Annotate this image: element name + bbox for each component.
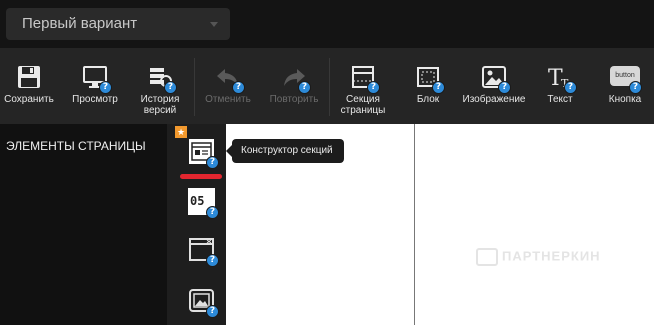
gallery-element-button[interactable]: ? <box>188 287 219 318</box>
elements-panel-title: ЭЛЕМЕНТЫ СТРАНИЦЫ <box>6 139 146 153</box>
elements-panel: ЭЛЕМЕНТЫ СТРАНИЦЫ <box>0 124 165 325</box>
save-icon <box>18 66 40 88</box>
tooltip: Конструктор секций <box>226 139 344 163</box>
active-indicator <box>180 174 222 179</box>
button-icon: button ? <box>610 64 642 94</box>
star-icon: ★ <box>175 126 187 138</box>
add-image-button[interactable]: ? Изображение <box>460 48 528 124</box>
watermark-text: ПАРТНЕРКИН <box>502 248 601 264</box>
undo-icon: ? <box>215 64 245 94</box>
add-block-button[interactable]: ? Блок <box>400 48 456 124</box>
save-button[interactable]: Сохранить <box>0 48 58 124</box>
help-icon[interactable]: ? <box>99 81 112 94</box>
chevron-down-icon <box>210 22 218 27</box>
help-icon[interactable]: ? <box>432 81 445 94</box>
save-label: Сохранить <box>4 94 54 105</box>
monitor-icon: ? <box>82 64 112 94</box>
popup-element-button[interactable]: ? <box>188 236 219 267</box>
text-icon: T T ? <box>547 64 577 94</box>
add-block-label: Блок <box>416 94 440 105</box>
redo-button[interactable]: ? Повторить <box>264 48 324 124</box>
version-history-label: История версий <box>140 94 180 116</box>
add-button-button[interactable]: button ? Кнопка <box>596 48 654 124</box>
section-icon: ? <box>350 64 380 94</box>
variant-select-label: Первый вариант <box>22 15 138 32</box>
tooltip-text: Конструктор секций <box>241 145 333 156</box>
history-icon: ? <box>147 64 177 94</box>
add-text-label: Текст <box>547 94 573 105</box>
top-bar: Первый вариант <box>0 0 654 48</box>
elements-icon-strip: ★ ? 05 ? ? ? <box>167 124 226 325</box>
help-icon[interactable]: ? <box>564 81 577 94</box>
help-icon[interactable]: ? <box>206 206 219 219</box>
add-section-label: Секция страницы <box>340 94 386 116</box>
counter-icon-text: 05 <box>190 194 205 208</box>
help-icon[interactable]: ? <box>206 305 219 318</box>
help-icon[interactable]: ? <box>367 81 380 94</box>
watermark: ПАРТНЕРКИН <box>476 248 601 266</box>
redo-label: Повторить <box>269 94 319 105</box>
toolbar: Сохранить ? Просмотр ? История версий ? … <box>0 48 654 124</box>
toolbar-divider <box>194 58 195 116</box>
undo-button[interactable]: ? Отменить <box>198 48 258 124</box>
variant-select[interactable]: Первый вариант <box>6 8 230 40</box>
add-image-label: Изображение <box>462 94 526 105</box>
toolbar-divider <box>329 58 330 116</box>
counter-element-button[interactable]: 05 ? <box>188 188 219 219</box>
version-history-button[interactable]: ? История версий <box>131 48 189 124</box>
image-icon: ? <box>481 64 511 94</box>
help-icon[interactable]: ? <box>298 81 311 94</box>
section-builder-button[interactable]: ? <box>188 138 219 169</box>
preview-button[interactable]: ? Просмотр <box>66 48 124 124</box>
help-icon[interactable]: ? <box>164 81 177 94</box>
help-icon[interactable]: ? <box>232 81 245 94</box>
help-icon[interactable]: ? <box>206 254 219 267</box>
preview-label: Просмотр <box>72 94 118 105</box>
redo-icon: ? <box>281 64 311 94</box>
help-icon[interactable]: ? <box>206 156 219 169</box>
add-button-label: Кнопка <box>608 94 642 105</box>
undo-label: Отменить <box>205 94 251 105</box>
add-text-button[interactable]: T T ? Текст <box>532 48 588 124</box>
block-icon: ? <box>415 64 445 94</box>
watermark-logo-icon <box>476 248 498 266</box>
tooltip-arrow <box>226 145 232 157</box>
canvas-guide-line <box>414 124 415 325</box>
help-icon[interactable]: ? <box>629 81 642 94</box>
help-icon[interactable]: ? <box>498 81 511 94</box>
add-section-button[interactable]: ? Секция страницы <box>334 48 392 124</box>
